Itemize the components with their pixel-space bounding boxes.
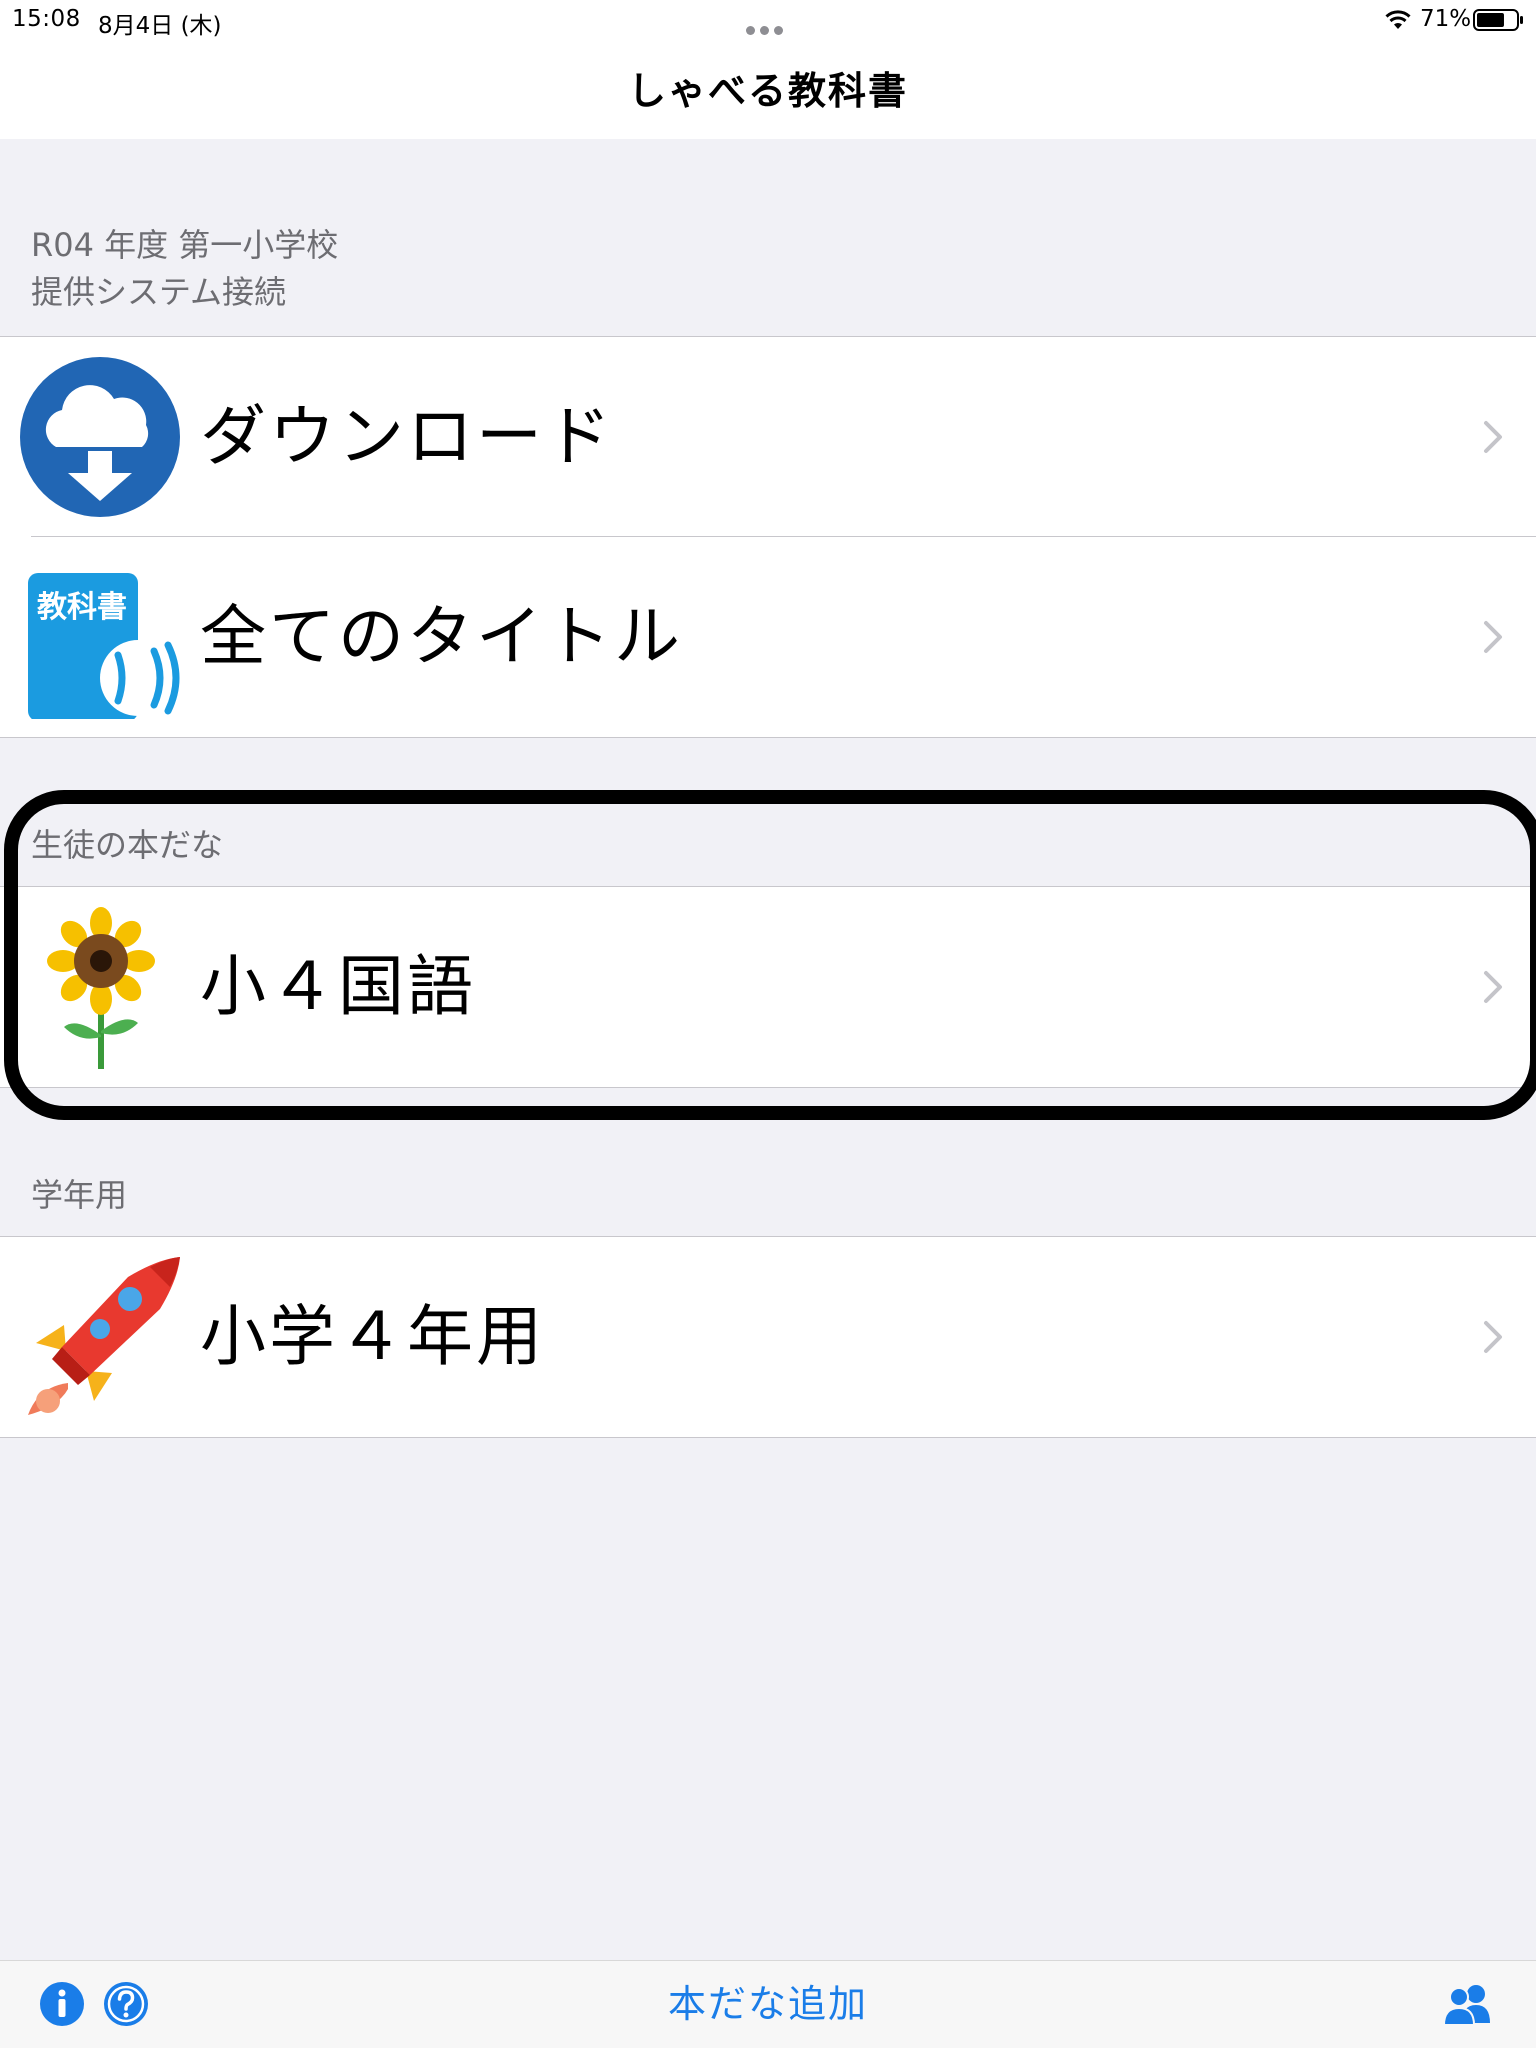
- row-label: 全てのタイトル: [200, 598, 683, 675]
- status-date: 8月4日 (木): [98, 13, 222, 39]
- battery-percent: 71%: [1420, 6, 1472, 32]
- chevron-right-icon: [1484, 971, 1502, 1003]
- textbook-icon-text: 教科書: [37, 590, 127, 625]
- rocket-icon: [28, 1257, 180, 1415]
- grade-list: 小学４年用: [0, 1236, 1536, 1438]
- page-title: しゃべる教科書: [627, 69, 908, 113]
- list-item-download[interactable]: ダウンロード: [0, 337, 1536, 537]
- list-item-grade4-japanese[interactable]: 小４国語: [0, 887, 1536, 1087]
- student-shelf-list: 小４国語: [0, 886, 1536, 1088]
- textbook-speaker-icon: 教科書: [28, 573, 180, 719]
- list-item-all-titles[interactable]: 教科書 全てのタイトル: [0, 537, 1536, 737]
- chevron-right-icon: [1484, 621, 1502, 653]
- multitasking-dots-icon[interactable]: [746, 20, 790, 35]
- system-list: ダウンロード 教科書 全てのタイトル: [0, 336, 1536, 738]
- list-item-grade4[interactable]: 小学４年用: [0, 1237, 1536, 1437]
- wifi-icon: [1385, 10, 1411, 29]
- section-header-text: 学年用: [31, 1176, 128, 1214]
- app-screen: 15:08 8月4日 (木) 71% しゃべる教科書 R04 年度 第一小学校 …: [0, 0, 1536, 2048]
- section-header-line2: 提供システム接続: [31, 273, 287, 311]
- add-shelf-button[interactable]: 本だな追加: [0, 1961, 1536, 2048]
- row-label: 小学４年用: [200, 1298, 545, 1375]
- sunflower-icon: [47, 907, 155, 1069]
- section-header-text: 生徒の本だな: [31, 826, 224, 864]
- cloud-download-icon: [20, 357, 180, 517]
- users-icon[interactable]: [1440, 1983, 1494, 2025]
- help-icon[interactable]: [103, 1981, 149, 2027]
- top-bar: 15:08 8月4日 (木) 71% しゃべる教科書: [0, 0, 1536, 139]
- bottom-toolbar: 本だな追加: [0, 1960, 1536, 2048]
- info-icon[interactable]: [39, 1981, 85, 2027]
- section-header-grade: 学年用: [31, 1172, 127, 1219]
- row-label: ダウンロード: [200, 398, 614, 475]
- status-time: 15:08: [12, 6, 81, 32]
- row-label: 小４国語: [200, 948, 476, 1025]
- section-header-system: R04 年度 第一小学校 提供システム接続: [31, 222, 338, 316]
- section-header-line1: R04 年度 第一小学校: [31, 226, 339, 264]
- chevron-right-icon: [1484, 421, 1502, 453]
- section-header-student-shelf: 生徒の本だな: [31, 822, 223, 869]
- battery-icon: [1473, 9, 1523, 31]
- chevron-right-icon: [1484, 1321, 1502, 1353]
